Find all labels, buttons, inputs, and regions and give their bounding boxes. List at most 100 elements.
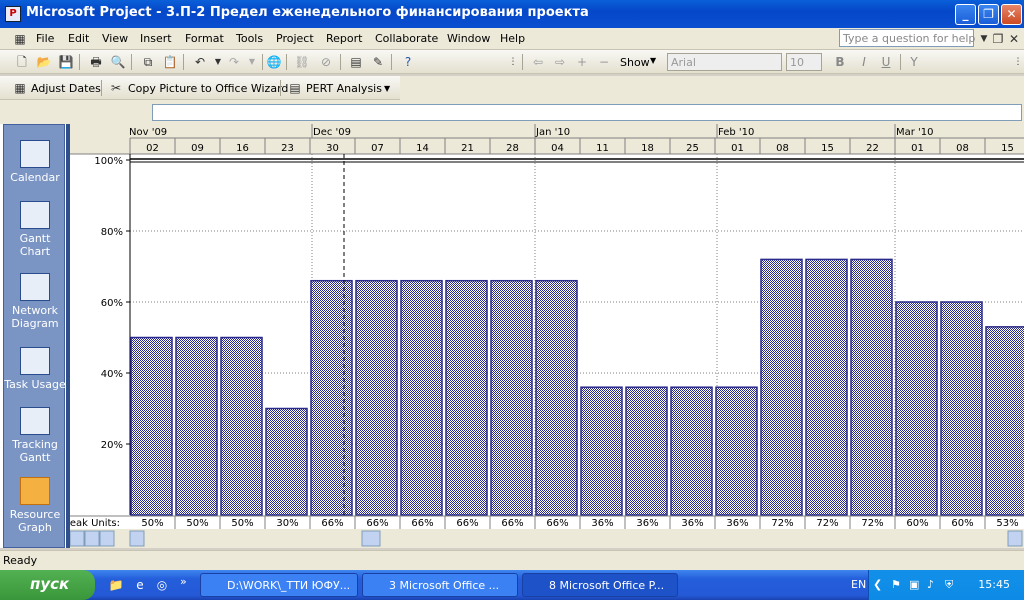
minimize-button[interactable]: _ (955, 4, 976, 25)
scroll-right-button[interactable] (1007, 530, 1023, 547)
task-info-icon[interactable]: ▤ (348, 54, 364, 70)
left-pane-scroll-right-2[interactable] (99, 530, 115, 547)
entry-field[interactable] (152, 104, 1022, 121)
bar[interactable] (265, 407, 308, 516)
view-network-diagram[interactable]: Network Diagram (4, 273, 66, 330)
bar[interactable] (985, 326, 1024, 516)
globe-icon[interactable]: 🌐 (266, 54, 282, 70)
bar[interactable] (130, 336, 173, 516)
help-icon[interactable]: ? (400, 54, 416, 70)
bar[interactable] (490, 279, 533, 516)
save-icon[interactable]: 💾 (58, 54, 74, 70)
menu-report[interactable]: Report (326, 32, 362, 45)
menu-project[interactable]: Project (276, 32, 314, 45)
bar[interactable] (355, 279, 398, 516)
tray-volume-icon[interactable]: ♪ (927, 578, 934, 591)
redo-icon[interactable]: ↷ (226, 54, 242, 70)
menu-file[interactable]: File (36, 32, 54, 45)
show-button[interactable]: Show (620, 56, 650, 69)
doc-restore-icon[interactable]: ❐ (990, 31, 1006, 47)
view-gantt-chart[interactable]: Gantt Chart (4, 201, 66, 258)
explorer-icon[interactable]: 📁 (108, 577, 124, 593)
bar[interactable] (220, 336, 263, 516)
copy-icon[interactable]: ⧉ (140, 54, 156, 70)
tray-security-icon[interactable]: ⛨ (945, 578, 953, 592)
ie-icon[interactable]: e (132, 577, 148, 593)
doc-close-icon[interactable]: ✕ (1006, 31, 1022, 47)
language-indicator[interactable]: EN (851, 578, 866, 591)
task-explorer[interactable]: D:\WORK\_ТТИ ЮФУ... (200, 573, 358, 597)
view-task-usage[interactable]: Task Usage (4, 347, 66, 391)
start-button[interactable]: пуск (0, 570, 95, 600)
task-office-group[interactable]: 3 Microsoft Office ... (362, 573, 518, 597)
bar[interactable] (310, 279, 353, 516)
show-dropdown-icon[interactable]: ▼ (650, 56, 656, 65)
bar[interactable] (850, 258, 893, 516)
arrow-right-icon[interactable]: ⇨ (552, 54, 568, 70)
scroll-left-button[interactable] (129, 530, 145, 547)
tray-expand-icon[interactable]: ❮ (873, 578, 882, 591)
close-button[interactable]: ✕ (1001, 4, 1022, 25)
menu-help[interactable]: Help (500, 32, 525, 45)
font-size-select[interactable]: 10 (786, 53, 822, 71)
quicklaunch-more-icon[interactable]: » (180, 575, 187, 588)
bar[interactable] (670, 386, 713, 516)
help-search-input[interactable]: Type a question for help (839, 29, 975, 47)
copy-picture-button[interactable]: Copy Picture to Office Wizard (128, 82, 288, 95)
underline-button[interactable]: U (878, 54, 894, 70)
menu-window[interactable]: Window (447, 32, 490, 45)
view-resource-graph[interactable]: Resource Graph (4, 477, 66, 534)
menu-format[interactable]: Format (185, 32, 224, 45)
redo-dropdown-icon[interactable]: ▼ (244, 54, 260, 70)
open-icon[interactable]: 📂 (36, 54, 52, 70)
bar[interactable] (535, 279, 578, 516)
media-icon[interactable]: ◎ (154, 577, 170, 593)
notes-icon[interactable]: ✎ (370, 54, 386, 70)
bar[interactable] (940, 301, 983, 516)
bar[interactable] (445, 279, 488, 516)
left-pane-scroll-right[interactable] (84, 530, 100, 547)
print-preview-icon[interactable]: 🔍 (110, 54, 126, 70)
toolbar-options-icon-2[interactable]: ⋮ (1010, 54, 1024, 70)
menu-collaborate[interactable]: Collaborate (375, 32, 438, 45)
bar[interactable] (760, 258, 803, 516)
bar[interactable] (625, 386, 668, 516)
font-select[interactable]: Arial (667, 53, 782, 71)
toolbar-options-icon[interactable]: ⋮ (505, 54, 521, 70)
menu-tools[interactable]: Tools (236, 32, 263, 45)
toolbar2-dropdown-icon[interactable]: ▼ (384, 84, 390, 93)
restore-button[interactable]: ❐ (978, 4, 999, 25)
menu-edit[interactable]: Edit (68, 32, 89, 45)
print-icon[interactable]: 🖶 (88, 54, 104, 70)
app-icon[interactable]: P (5, 6, 21, 22)
paste-icon[interactable]: 📋 (162, 54, 178, 70)
menu-insert[interactable]: Insert (140, 32, 172, 45)
new-icon[interactable]: 🗋 (14, 54, 30, 70)
bar[interactable] (895, 301, 938, 516)
undo-icon[interactable]: ↶ (192, 54, 208, 70)
link-tasks-icon[interactable]: ⛓ (294, 54, 310, 70)
plus-icon[interactable]: + (574, 54, 590, 70)
tray-network-icon[interactable]: ▣ (909, 578, 919, 591)
document-icon[interactable]: ▦ (12, 31, 28, 47)
tray-flag-icon[interactable]: ⚑ (891, 578, 901, 591)
left-pane-scroll-left[interactable] (69, 530, 85, 547)
bar[interactable] (580, 386, 623, 516)
menu-view[interactable]: View (102, 32, 128, 45)
pert-analysis-button[interactable]: PERT Analysis (306, 82, 382, 95)
scroll-thumb[interactable] (361, 530, 381, 547)
resource-graph[interactable]: Nov '09 Dec '09 Jan '10 Feb '10 Mar '10 02 09 1… (64, 124, 1024, 548)
bar[interactable] (715, 386, 758, 516)
view-calendar[interactable]: Calendar (4, 140, 66, 184)
task-project[interactable]: 8 Microsoft Office P... (522, 573, 678, 597)
filter-icon[interactable]: Y (906, 54, 922, 70)
bold-button[interactable]: B (832, 54, 848, 70)
arrow-left-icon[interactable]: ⇦ (530, 54, 546, 70)
view-tracking-gantt[interactable]: Tracking Gantt (4, 407, 66, 464)
unlink-tasks-icon[interactable]: ⊘ (318, 54, 334, 70)
italic-button[interactable]: I (856, 54, 872, 70)
bar[interactable] (805, 258, 848, 516)
adjust-dates-button[interactable]: Adjust Dates (31, 82, 101, 95)
bar[interactable] (400, 279, 443, 516)
bar[interactable] (175, 336, 218, 516)
